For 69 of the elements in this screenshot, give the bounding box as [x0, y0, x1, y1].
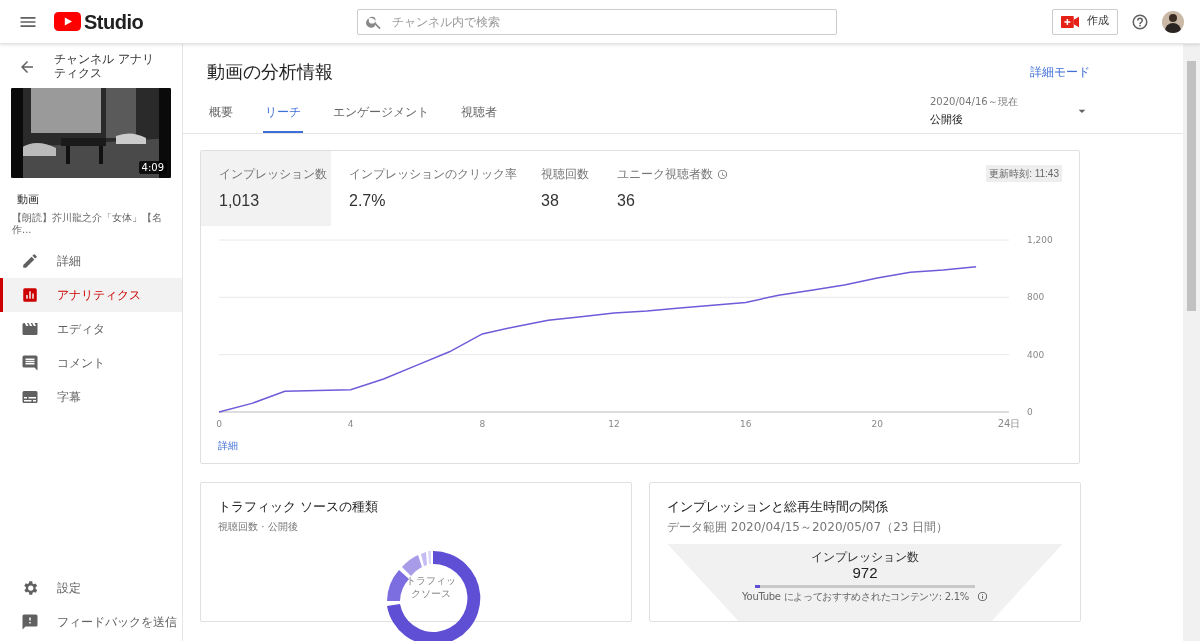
video-camera-icon	[1061, 15, 1079, 28]
avatar[interactable]	[1162, 10, 1184, 33]
metric-value: 38	[541, 191, 560, 211]
logo-text[interactable]: Studio	[84, 6, 144, 37]
tab[interactable]: エンゲージメント	[331, 93, 431, 133]
funnel-metric-value: 972	[852, 563, 878, 582]
funnel-metric-label: インプレッション数	[811, 549, 919, 564]
nav-item[interactable]: アナリティクス	[0, 277, 182, 312]
page-title: 動画の分析情報	[207, 60, 333, 84]
comment-icon	[21, 353, 39, 372]
axis-label: 4	[347, 419, 354, 429]
pencil-icon	[21, 251, 39, 270]
card-subtitle: 視聴回数 · 公開後	[218, 519, 298, 534]
card-title: インプレッションと総再生時間の関係	[667, 498, 889, 516]
donut-center-label: トラフィックソース	[405, 573, 457, 600]
card-title: トラフィック ソースの種類	[218, 498, 379, 516]
nav-item[interactable]: フィードバックを送信	[0, 605, 182, 639]
metric-label: インプレッション数	[219, 166, 327, 183]
date-range-text: 2020/04/16～現在	[930, 94, 1018, 109]
tab[interactable]: 視聴者	[459, 93, 499, 133]
advanced-mode-link[interactable]: 詳細モード	[1030, 62, 1090, 81]
create-button[interactable]: 作成	[1052, 8, 1118, 35]
settings-icon	[21, 579, 39, 597]
nav-item[interactable]: コメント	[0, 345, 182, 380]
search-field[interactable]: チャンネル内で検索	[357, 8, 838, 35]
axis-label: 24日	[997, 418, 1021, 429]
tab[interactable]: リーチ	[263, 93, 303, 133]
metric-value: 2.7%	[349, 191, 387, 211]
axis-label: 12	[608, 419, 620, 429]
nav-item[interactable]: 字幕	[0, 379, 182, 414]
metric-tab[interactable]: インプレッションのクリック率 2.7%	[331, 151, 523, 226]
tab[interactable]: 概要	[207, 93, 235, 133]
metric-tab[interactable]: 視聴回数 38	[523, 151, 599, 226]
help-icon	[1131, 12, 1149, 31]
metric-tab[interactable]: ユニーク視聴者数 36	[599, 151, 769, 226]
bar-chart-icon	[21, 285, 39, 304]
metric-label: インプレッションのクリック率	[349, 166, 517, 183]
video-duration: 4:09	[138, 161, 167, 174]
axis-label: 400	[1027, 349, 1045, 360]
feedback-icon	[21, 613, 39, 631]
axis-label: 8	[479, 419, 486, 429]
details-link[interactable]: 詳細	[218, 438, 238, 453]
metric-label: ユニーク視聴者数	[617, 166, 713, 183]
date-range-dropdown[interactable]: 2020/04/16～現在 公開後	[930, 89, 1090, 133]
scrollbar-thumb[interactable]	[1187, 61, 1196, 311]
axis-label: 16	[739, 419, 752, 429]
info-icon[interactable]	[976, 591, 988, 602]
nav-item[interactable]: 詳細	[0, 243, 182, 278]
axis-label: 0	[1027, 407, 1033, 417]
metric-value: 36	[617, 191, 636, 211]
card-subtitle: データ範囲 2020/04/15～2020/05/07（23 日間）	[667, 518, 950, 536]
section-label: 動画	[17, 192, 40, 208]
funnel-note: YouTube によっておすすめされたコンテンツ: 2.1%	[742, 590, 969, 603]
metric-label: 視聴回数	[541, 166, 589, 183]
axis-label: 800	[1027, 292, 1045, 303]
clock-icon	[717, 168, 728, 180]
date-range-label: 公開後	[930, 111, 964, 128]
axis-label: 20	[871, 419, 884, 429]
axis-label: 0	[216, 419, 222, 429]
metric-value: 1,013	[219, 191, 261, 211]
axis-label: 1,200	[1027, 235, 1053, 245]
metric-tab[interactable]: インプレッション数 1,013	[201, 151, 331, 226]
update-time: 更新時刻: 11:43	[986, 165, 1062, 182]
play-logo-icon[interactable]	[54, 12, 81, 31]
nav-item[interactable]: 設定	[0, 571, 182, 605]
scrollbar[interactable]	[1183, 44, 1200, 641]
nav-item[interactable]: エディタ	[0, 311, 182, 346]
video-title: 【朗読】芥川龍之介「女体」【名作...	[12, 211, 163, 236]
channel-analytics-link[interactable]: チャンネル アナリティクス	[54, 52, 164, 80]
